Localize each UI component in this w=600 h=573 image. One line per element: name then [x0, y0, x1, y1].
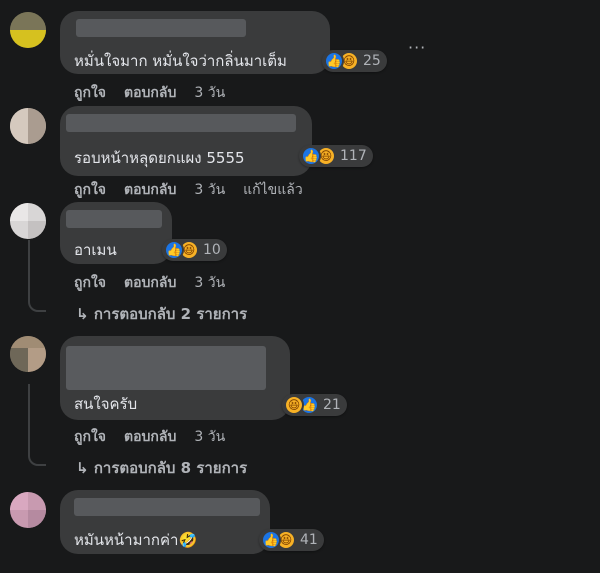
author-name-redacted[interactable] — [66, 210, 162, 228]
avatar[interactable] — [10, 203, 46, 239]
like-button[interactable]: ถูกใจ — [74, 82, 106, 104]
comment-bubble: รอบหน้าหลุดยกแผง 5555 — [60, 106, 312, 176]
view-replies-link[interactable]: ↳ การตอบกลับ 2 รายการ — [76, 302, 247, 326]
timestamp[interactable]: 3 วัน — [194, 82, 225, 104]
like-button[interactable]: ถูกใจ — [74, 272, 106, 294]
comment-text: สนใจครับ — [74, 395, 138, 413]
edited-label[interactable]: แก้ไขแล้ว — [243, 179, 303, 201]
avatar[interactable] — [10, 336, 46, 372]
reaction-count: 21 — [323, 397, 341, 413]
comment-bubble: สนใจครับ — [60, 336, 290, 420]
like-icon: 👍 — [324, 51, 344, 71]
reaction-summary[interactable]: 😆 👍 21 — [282, 394, 347, 416]
author-name-redacted[interactable] — [76, 19, 246, 37]
reply-button[interactable]: ตอบกลับ — [124, 179, 176, 201]
reaction-summary[interactable]: 👍 😆 117 — [299, 145, 373, 167]
comment-actions: ถูกใจ ตอบกลับ 3 วัน — [74, 82, 225, 104]
thread-line — [28, 240, 46, 312]
reaction-count: 10 — [203, 242, 221, 258]
comment-actions: ถูกใจ ตอบกลับ 3 วัน แก้ไขแล้ว — [74, 179, 303, 201]
like-icon: 👍 — [301, 146, 321, 166]
haha-icon: 😆 — [284, 395, 304, 415]
reply-button[interactable]: ตอบกลับ — [124, 426, 176, 448]
timestamp[interactable]: 3 วัน — [194, 426, 225, 448]
more-options-icon[interactable]: ··· — [408, 38, 426, 57]
replies-label: การตอบกลับ 8 รายการ — [93, 459, 248, 477]
comment-bubble: หมันหน้ามากค่า🤣 — [60, 490, 270, 554]
timestamp[interactable]: 3 วัน — [194, 272, 225, 294]
comment-actions: ถูกใจ ตอบกลับ 3 วัน — [74, 272, 225, 294]
reply-arrow-icon: ↳ — [76, 459, 89, 477]
like-icon: 👍 — [261, 530, 281, 550]
reaction-summary[interactable]: 👍 😆 25 — [322, 50, 387, 72]
avatar[interactable] — [10, 12, 46, 48]
reply-button[interactable]: ตอบกลับ — [124, 272, 176, 294]
reaction-summary[interactable]: 👍 😆 41 — [259, 529, 324, 551]
view-replies-link[interactable]: ↳ การตอบกลับ 8 รายการ — [76, 456, 247, 480]
comment-bubble: อาเมน — [60, 202, 172, 264]
avatar[interactable] — [10, 492, 46, 528]
author-name-redacted[interactable] — [66, 114, 296, 132]
replies-label: การตอบกลับ 2 รายการ — [93, 305, 248, 323]
timestamp[interactable]: 3 วัน — [194, 179, 225, 201]
comment-actions: ถูกใจ ตอบกลับ 3 วัน — [74, 426, 225, 448]
avatar[interactable] — [10, 108, 46, 144]
reply-button[interactable]: ตอบกลับ — [124, 82, 176, 104]
comment-text: อาเมน — [74, 241, 117, 259]
reaction-count: 25 — [363, 53, 381, 69]
reaction-summary[interactable]: 👍 😆 10 — [162, 239, 227, 261]
like-icon: 👍 — [164, 240, 184, 260]
like-button[interactable]: ถูกใจ — [74, 426, 106, 448]
thread-line — [28, 384, 46, 466]
comment-text: รอบหน้าหลุดยกแผง 5555 — [74, 149, 245, 167]
author-name-redacted[interactable] — [66, 346, 266, 390]
comment-bubble: หมั่นใจมาก หมั่นใจว่ากลิ่นมาเต็ม — [60, 11, 330, 74]
comment-text: หมั่นใจมาก หมั่นใจว่ากลิ่นมาเต็ม — [74, 52, 287, 70]
reaction-count: 41 — [300, 532, 318, 548]
reply-arrow-icon: ↳ — [76, 305, 89, 323]
reaction-count: 117 — [340, 148, 367, 164]
comment-text: หมันหน้ามากค่า🤣 — [74, 531, 198, 549]
author-name-redacted[interactable] — [74, 498, 260, 516]
like-button[interactable]: ถูกใจ — [74, 179, 106, 201]
